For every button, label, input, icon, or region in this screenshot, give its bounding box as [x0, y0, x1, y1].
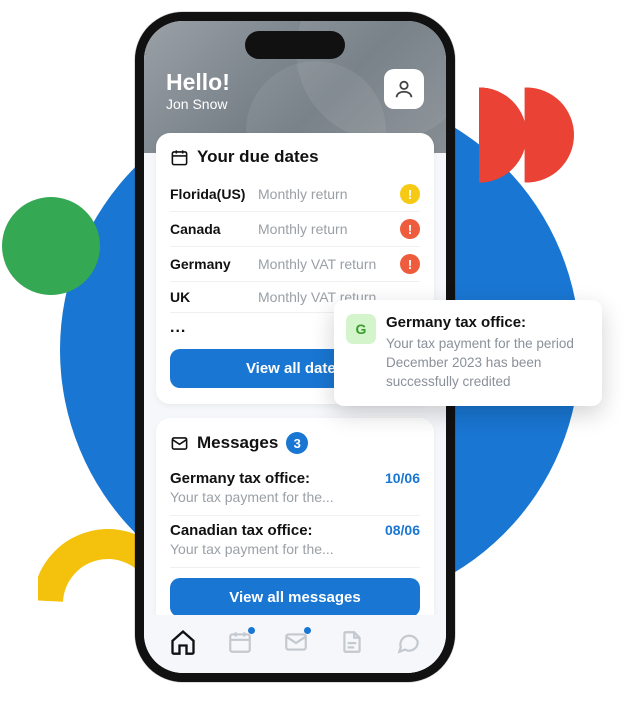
due-region: Canada [170, 221, 258, 237]
messages-count-badge: 3 [286, 432, 308, 454]
phone-notch [245, 31, 345, 59]
message-item[interactable]: Canadian tax office: 08/06 Your tax paym… [170, 516, 420, 568]
background-green-shape [2, 196, 100, 296]
greeting-hello: Hello! [166, 69, 230, 96]
alert-icon: ! [400, 219, 420, 239]
message-item[interactable]: Germany tax office: 10/06 Your tax payme… [170, 464, 420, 516]
greeting: Hello! Jon Snow [166, 69, 230, 112]
due-date-row[interactable]: Florida(US) Monthly return ! [170, 177, 420, 212]
message-date: 10/06 [385, 470, 420, 486]
nav-chat[interactable] [391, 625, 425, 664]
due-region: Florida(US) [170, 186, 258, 202]
nav-messages[interactable] [279, 625, 313, 664]
due-desc: Monthly return [258, 186, 400, 202]
greeting-username: Jon Snow [166, 96, 230, 112]
messages-card: Messages 3 Germany tax office: 10/06 You… [156, 418, 434, 633]
alert-icon: ! [400, 254, 420, 274]
background-red-shape [479, 85, 574, 185]
warning-icon: ! [400, 184, 420, 204]
toast-avatar: G [346, 314, 376, 344]
nav-calendar[interactable] [223, 625, 257, 664]
nav-documents[interactable] [335, 625, 369, 664]
due-region: Germany [170, 256, 258, 272]
messages-title: Messages [197, 433, 278, 453]
message-sender: Germany tax office: [170, 470, 310, 487]
notification-dot [248, 627, 255, 634]
toast-title: Germany tax office: [386, 314, 588, 331]
due-dates-title-row: Your due dates [170, 147, 420, 167]
profile-button[interactable] [384, 69, 424, 109]
message-preview: Your tax payment for the... [170, 541, 420, 557]
due-region: UK [170, 289, 258, 305]
messages-title-row: Messages 3 [170, 432, 420, 454]
view-all-messages-button[interactable]: View all messages [170, 578, 420, 617]
due-date-row[interactable]: Germany Monthly VAT return ! [170, 247, 420, 282]
chat-icon [395, 629, 421, 655]
toast-content: Germany tax office: Your tax payment for… [386, 314, 588, 392]
notification-toast[interactable]: G Germany tax office: Your tax payment f… [334, 300, 602, 406]
document-icon [339, 629, 365, 655]
toast-body: Your tax payment for the period December… [386, 335, 588, 392]
due-desc: Monthly VAT return [258, 256, 400, 272]
mail-icon [170, 434, 189, 453]
user-icon [393, 78, 415, 100]
due-desc: Monthly return [258, 221, 400, 237]
notification-dot [304, 627, 311, 634]
due-dates-title: Your due dates [197, 147, 319, 167]
nav-home[interactable] [165, 624, 201, 665]
bottom-nav [144, 615, 446, 673]
message-preview: Your tax payment for the... [170, 489, 420, 505]
message-sender: Canadian tax office: [170, 522, 313, 539]
home-icon [169, 628, 197, 656]
due-date-row[interactable]: Canada Monthly return ! [170, 212, 420, 247]
message-date: 08/06 [385, 522, 420, 538]
calendar-icon [170, 148, 189, 167]
